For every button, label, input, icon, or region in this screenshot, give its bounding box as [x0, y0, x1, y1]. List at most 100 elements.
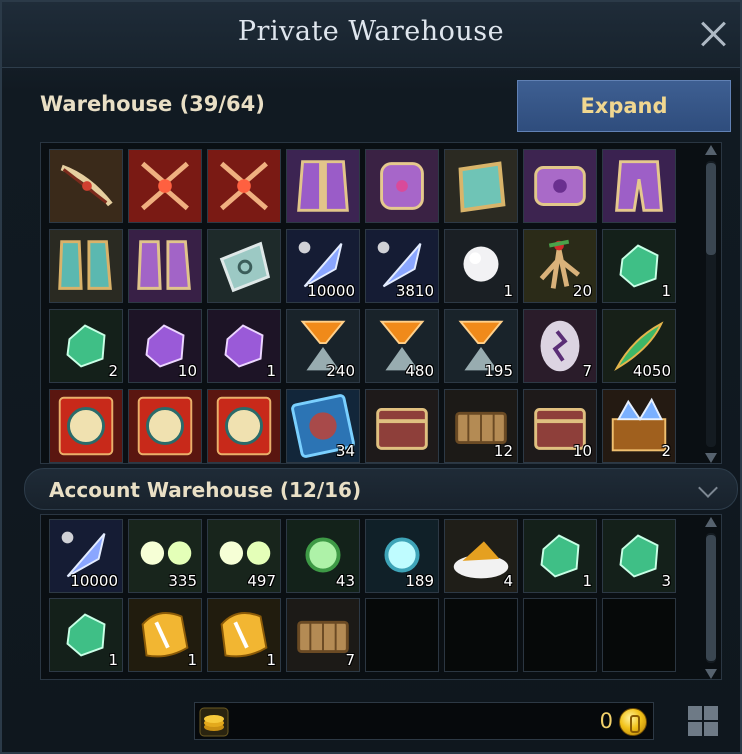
item-quantity: 10: [177, 362, 197, 380]
item-slot[interactable]: 10: [128, 309, 202, 383]
item-slot[interactable]: 480: [365, 309, 439, 383]
item-slot[interactable]: [444, 149, 518, 223]
account-warehouse-title: Account Warehouse (12/16): [49, 478, 362, 502]
item-slot[interactable]: [207, 149, 281, 223]
warehouse-scrollbar[interactable]: [703, 145, 719, 463]
item-quantity: 10: [572, 442, 592, 460]
item-quantity: 195: [484, 362, 513, 380]
item-quantity: 240: [326, 362, 355, 380]
item-slot[interactable]: [49, 389, 123, 463]
item-slot[interactable]: 3: [602, 519, 676, 593]
item-slot[interactable]: [523, 149, 597, 223]
item-slot[interactable]: [128, 389, 202, 463]
item-slot[interactable]: 1: [49, 598, 123, 672]
empty-slot[interactable]: [602, 598, 676, 672]
item-quantity: 4: [503, 572, 513, 590]
item-slot[interactable]: [207, 389, 281, 463]
item-quantity: 335: [168, 572, 197, 590]
item-slot[interactable]: 3810: [365, 229, 439, 303]
item-slot[interactable]: 1: [128, 598, 202, 672]
item-slot[interactable]: 10000: [286, 229, 360, 303]
item-quantity: 189: [405, 572, 434, 590]
title-bar[interactable]: Private Warehouse: [2, 2, 740, 68]
item-slot[interactable]: 189: [365, 519, 439, 593]
item-quantity: 2: [108, 362, 118, 380]
item-quantity: 1: [503, 282, 513, 300]
item-slot[interactable]: 335: [128, 519, 202, 593]
item-quantity: 34: [335, 442, 355, 460]
item-quantity: 480: [405, 362, 434, 380]
item-quantity: 1: [266, 651, 276, 669]
item-slot[interactable]: [128, 229, 202, 303]
item-quantity: 1: [108, 651, 118, 669]
item-quantity: 1: [266, 362, 276, 380]
item-slot[interactable]: 4050: [602, 309, 676, 383]
item-slot[interactable]: [128, 149, 202, 223]
item-quantity: 497: [247, 572, 276, 590]
item-quantity: 10000: [307, 282, 355, 300]
warehouse-grid: 10000 3810 1 20 1 2 10 1 240 480 195 7 4050 34 12 10 2: [49, 149, 681, 469]
warehouse-panel: 10000 3810 1 20 1 2 10 1 240 480 195 7 4050 34 12 10 2: [40, 142, 722, 464]
item-slot[interactable]: 20: [523, 229, 597, 303]
item-slot[interactable]: 10: [523, 389, 597, 463]
item-slot[interactable]: 1: [207, 598, 281, 672]
item-quantity: 20: [572, 282, 592, 300]
item-quantity: 7: [345, 651, 355, 669]
item-slot[interactable]: 2: [49, 309, 123, 383]
item-slot[interactable]: [365, 149, 439, 223]
item-quantity: 1: [582, 572, 592, 590]
currency-bar: 0: [194, 702, 654, 740]
grid-view-icon[interactable]: [686, 704, 720, 738]
window-title: Private Warehouse: [237, 16, 505, 47]
item-quantity: 43: [335, 572, 355, 590]
item-slot[interactable]: 12: [444, 389, 518, 463]
account-scrollbar[interactable]: [703, 517, 719, 679]
item-slot[interactable]: 4: [444, 519, 518, 593]
scroll-down-icon[interactable]: [705, 669, 717, 679]
account-warehouse-panel: 10000 335 497 43 189 4 1 3 1 1 1 7: [40, 514, 722, 680]
item-slot[interactable]: 2: [602, 389, 676, 463]
close-icon[interactable]: [696, 16, 732, 52]
scroll-up-icon[interactable]: [705, 517, 717, 527]
item-slot[interactable]: 1: [444, 229, 518, 303]
scroll-down-icon[interactable]: [705, 453, 717, 463]
empty-slot[interactable]: [365, 598, 439, 672]
item-quantity: 3810: [395, 282, 434, 300]
item-slot[interactable]: 34: [286, 389, 360, 463]
item-slot[interactable]: [207, 229, 281, 303]
item-slot[interactable]: [286, 149, 360, 223]
coin-stack-icon[interactable]: [199, 707, 229, 737]
item-slot[interactable]: 10000: [49, 519, 123, 593]
private-warehouse-window: Private Warehouse Warehouse (39/64) Expa…: [0, 0, 742, 754]
currency-value: 0: [599, 709, 613, 733]
scroll-thumb[interactable]: [706, 535, 716, 661]
item-slot[interactable]: 497: [207, 519, 281, 593]
item-slot[interactable]: 43: [286, 519, 360, 593]
item-slot[interactable]: 195: [444, 309, 518, 383]
empty-slot[interactable]: [444, 598, 518, 672]
account-warehouse-header[interactable]: Account Warehouse (12/16): [24, 468, 738, 510]
item-quantity: 7: [582, 362, 592, 380]
item-quantity: 1: [187, 651, 197, 669]
empty-slot[interactable]: [523, 598, 597, 672]
item-slot[interactable]: 7: [523, 309, 597, 383]
item-quantity: 2: [661, 442, 671, 460]
item-quantity: 3: [661, 572, 671, 590]
item-slot[interactable]: [365, 389, 439, 463]
warehouse-title: Warehouse (39/64): [40, 92, 265, 116]
item-slot[interactable]: [602, 149, 676, 223]
expand-button[interactable]: Expand: [517, 80, 731, 132]
item-slot[interactable]: 7: [286, 598, 360, 672]
item-quantity: 10000: [70, 572, 118, 590]
item-quantity: 1: [661, 282, 671, 300]
scroll-up-icon[interactable]: [705, 145, 717, 155]
item-slot[interactable]: 1: [523, 519, 597, 593]
item-slot[interactable]: 1: [602, 229, 676, 303]
item-quantity: 4050: [632, 362, 671, 380]
chevron-down-icon[interactable]: [698, 478, 718, 498]
item-slot[interactable]: [49, 149, 123, 223]
item-slot[interactable]: 1: [207, 309, 281, 383]
item-slot[interactable]: [49, 229, 123, 303]
item-slot[interactable]: 240: [286, 309, 360, 383]
scroll-thumb[interactable]: [706, 163, 716, 255]
